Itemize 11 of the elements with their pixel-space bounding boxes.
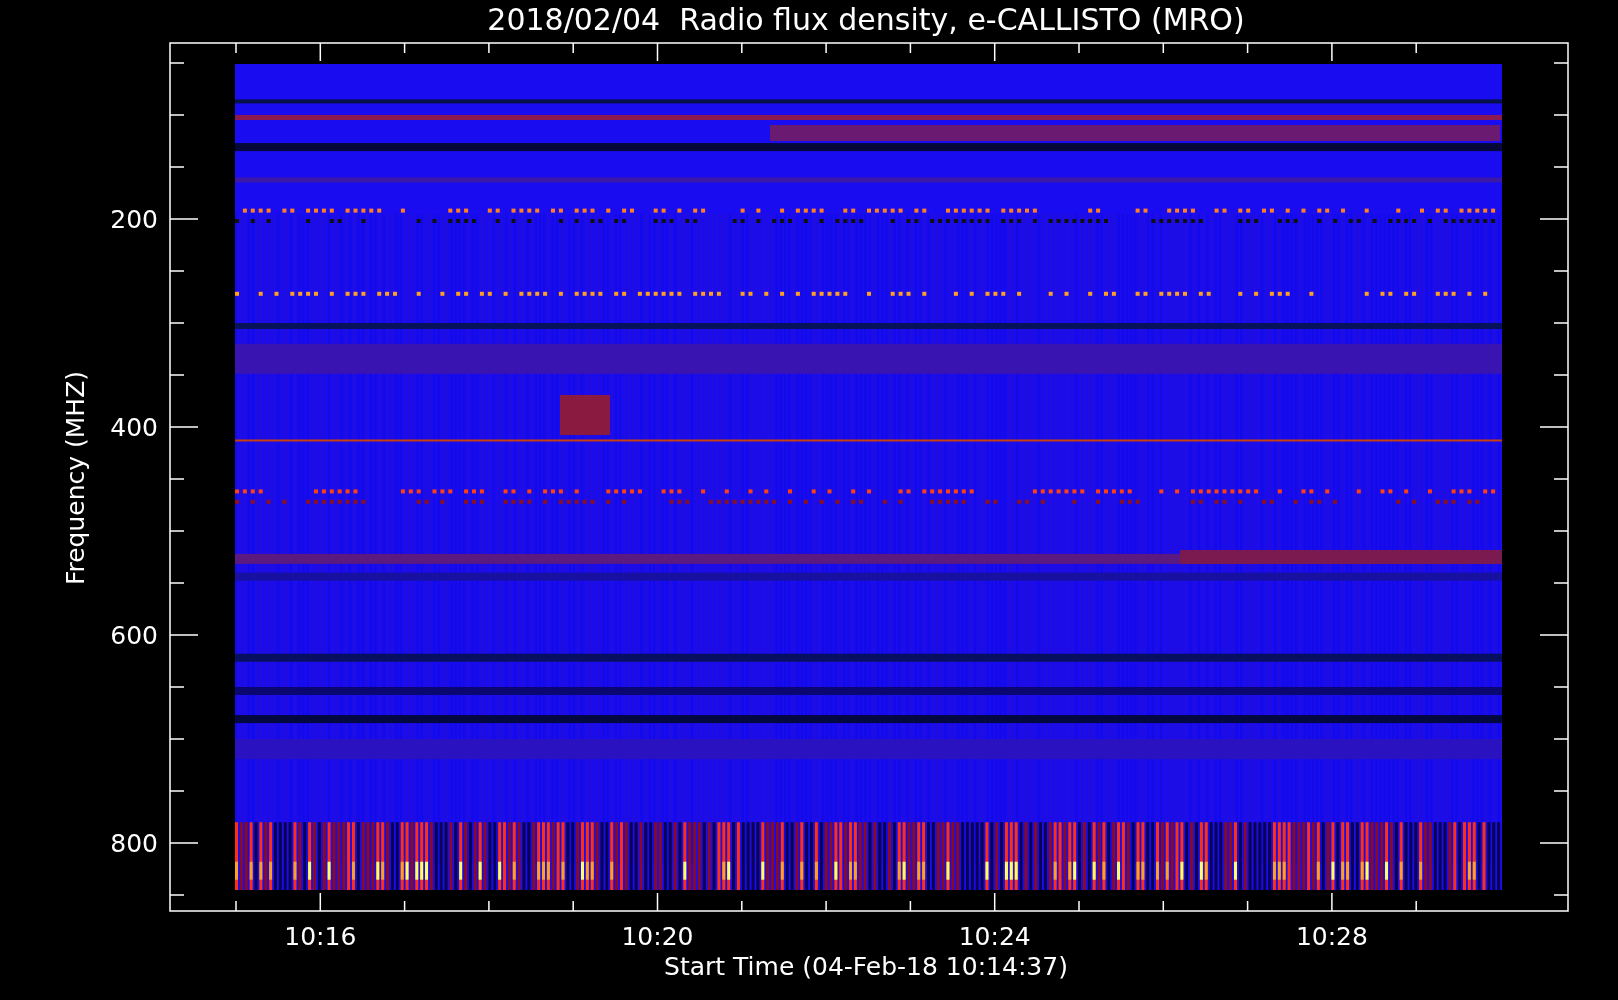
plot-title: 2018/02/04 Radio flux density, e-CALLISTO (MRO) xyxy=(487,2,1245,37)
x-tick-label: 10:28 xyxy=(1295,922,1368,951)
x-tick-label: 10:24 xyxy=(958,922,1031,951)
y-tick-label: 400 xyxy=(110,413,158,442)
y-tick-label: 200 xyxy=(110,205,158,234)
y-axis-label: Frequency (MHZ) xyxy=(61,370,90,586)
x-tick-label: 10:20 xyxy=(621,922,694,951)
y-tick-label: 800 xyxy=(110,829,158,858)
x-axis-label: Start Time (04-Feb-18 10:14:37) xyxy=(664,952,1068,981)
x-tick-label: 10:16 xyxy=(284,922,357,951)
y-tick-label: 600 xyxy=(110,621,158,650)
